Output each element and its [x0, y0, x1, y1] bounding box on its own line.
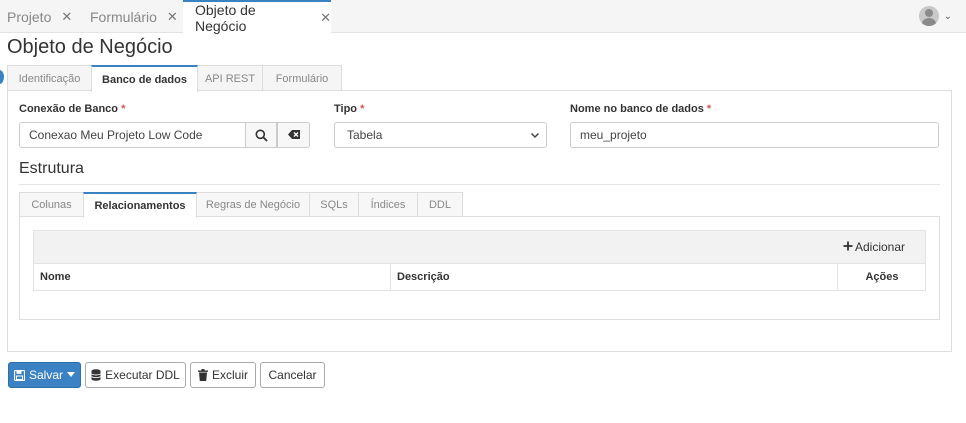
tab-identificacao[interactable]: Identificação	[7, 65, 92, 91]
column-header-nome[interactable]: Nome	[40, 264, 71, 290]
tab-api-rest[interactable]: API REST	[197, 65, 263, 91]
grid-header: Nome Descrição Ações	[33, 263, 926, 291]
tab-ddl[interactable]: DDL	[417, 192, 463, 217]
avatar	[918, 6, 939, 26]
grid-toolbar: Adicionar	[33, 230, 926, 264]
trash-icon	[197, 369, 208, 381]
tab-formulario[interactable]: Formulário	[262, 65, 342, 91]
delete-button[interactable]: Excluir	[190, 362, 256, 388]
conexao-label: Conexão de Banco *	[19, 103, 126, 115]
tab-colunas[interactable]: Colunas	[19, 192, 84, 217]
column-header-descricao[interactable]: Descrição	[397, 264, 450, 290]
tab-regras-de-negocio[interactable]: Regras de Negócio	[196, 192, 310, 217]
top-tab-label: Objeto de Negócio	[195, 2, 256, 34]
top-tab-label: Projeto	[7, 8, 52, 25]
divider	[19, 184, 940, 185]
search-icon	[255, 129, 268, 142]
top-tab-formulario[interactable]: Formulário ✕	[90, 0, 178, 33]
tab-indices[interactable]: Índices	[358, 192, 418, 217]
tipo-label: Tipo *	[334, 103, 365, 115]
chevron-down-icon: ⌄	[943, 10, 952, 22]
page-title: Objeto de Negócio	[7, 36, 173, 58]
nome-banco-label: Nome no banco de dados *	[570, 103, 712, 115]
database-icon	[91, 369, 101, 381]
tab-label: Banco de dados	[102, 73, 187, 86]
tipo-select[interactable]: Tabela	[334, 122, 547, 148]
close-icon[interactable]: ✕	[320, 10, 331, 26]
top-tab-label: Formulário	[90, 8, 157, 25]
close-icon[interactable]: ✕	[167, 9, 178, 25]
floppy-icon	[13, 369, 25, 381]
user-menu[interactable]: ⌄	[918, 6, 952, 26]
tab-relacionamentos[interactable]: Relacionamentos	[83, 192, 197, 218]
nome-banco-input[interactable]: meu_projeto	[570, 122, 939, 148]
close-icon[interactable]: ✕	[61, 9, 72, 25]
estrutura-title: Estrutura	[19, 160, 84, 177]
plus-icon	[843, 241, 853, 251]
top-tab-projeto[interactable]: Projeto ✕	[7, 0, 72, 33]
chevron-down-icon	[530, 132, 540, 139]
eraser-icon	[287, 130, 300, 139]
conexao-value: Conexao Meu Projeto Low Code	[29, 128, 203, 142]
tab-label: API REST	[204, 72, 256, 85]
tab-label: Formulário	[275, 72, 329, 85]
tab-label: Identificação	[18, 72, 81, 85]
execute-ddl-button[interactable]: Executar DDL	[85, 362, 186, 388]
add-button[interactable]: Adicionar	[843, 240, 905, 254]
tab-banco-de-dados[interactable]: Banco de dados	[91, 65, 198, 92]
tipo-value: Tabela	[347, 128, 383, 142]
clear-button[interactable]	[277, 122, 310, 148]
column-header-acoes: Ações	[865, 271, 899, 283]
tab-sqls[interactable]: SQLs	[309, 192, 359, 217]
nome-banco-value: meu_projeto	[580, 128, 647, 142]
conexao-field[interactable]: Conexao Meu Projeto Low Code	[19, 122, 246, 148]
caret-down-icon	[67, 372, 75, 377]
top-tab-bar: Projeto ✕ Formulário ✕ Objeto de Negócio…	[0, 0, 966, 34]
cancel-button[interactable]: Cancelar	[260, 362, 325, 388]
search-button[interactable]	[245, 122, 277, 148]
collapse-handle[interactable]	[0, 70, 4, 84]
top-tab-objeto-de-negocio[interactable]: Objeto de Negócio ✕	[183, 0, 331, 34]
save-button[interactable]: Salvar	[8, 362, 81, 388]
column-separator	[390, 264, 391, 290]
